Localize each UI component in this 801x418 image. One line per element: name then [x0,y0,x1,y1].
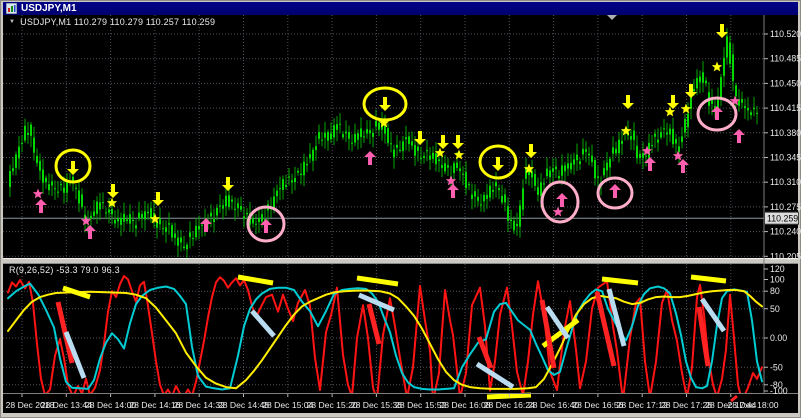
price-tick: 110.240 [770,227,801,237]
window-icon [6,3,17,14]
indicator-scale-tick: 80 [770,286,780,296]
price-tick: 110.450 [770,78,801,88]
dropdown-triangle-icon[interactable]: ▼ [9,19,15,25]
window-separator[interactable] [3,258,798,264]
window-title: USDJPY,M1 [21,3,77,14]
current-price-box: 110.259 [764,211,799,225]
price-tick: 110.205 [770,251,801,261]
current-price-label: 110.259 [767,214,798,224]
price-tick: 110.485 [770,54,801,64]
price-tick: 110.380 [770,128,801,138]
chart-canvas[interactable]: 110.520 110.485 110.450 110.415 110.380 110.3… [0,0,801,418]
price-tick: 110.345 [770,152,801,162]
price-tick: 110.310 [770,177,801,187]
price-tick: 110.520 [770,29,801,39]
mt4-chart-window: 110.520 110.485 110.450 110.415 110.380 110.3… [0,0,801,418]
indicator-scale-tick: -100 [770,386,788,396]
indicator-scale-tick: -50 [770,362,783,372]
window-titlebar[interactable]: USDJPY,M1 [3,2,798,15]
indicator-scale-tick: 50 [770,304,780,314]
indicator-label: R(9,26,52) -53.3 79.0 96.3 [9,265,120,275]
time-tick: 28 Dec 18:00 [727,400,778,410]
quote-text: USDJPY,M1 110.279 110.279 110.257 110.25… [20,17,216,27]
price-tick: 110.415 [770,103,801,113]
indicator-scale-tick: 100 [770,275,785,285]
price-tick: 110.275 [770,202,801,212]
indicator-scale-tick: 120 [770,264,785,274]
indicator-scale-tick: 0.00 [770,333,787,343]
quote-bar: ▼ USDJPY,M1 110.279 110.279 110.257 110.… [9,17,215,27]
